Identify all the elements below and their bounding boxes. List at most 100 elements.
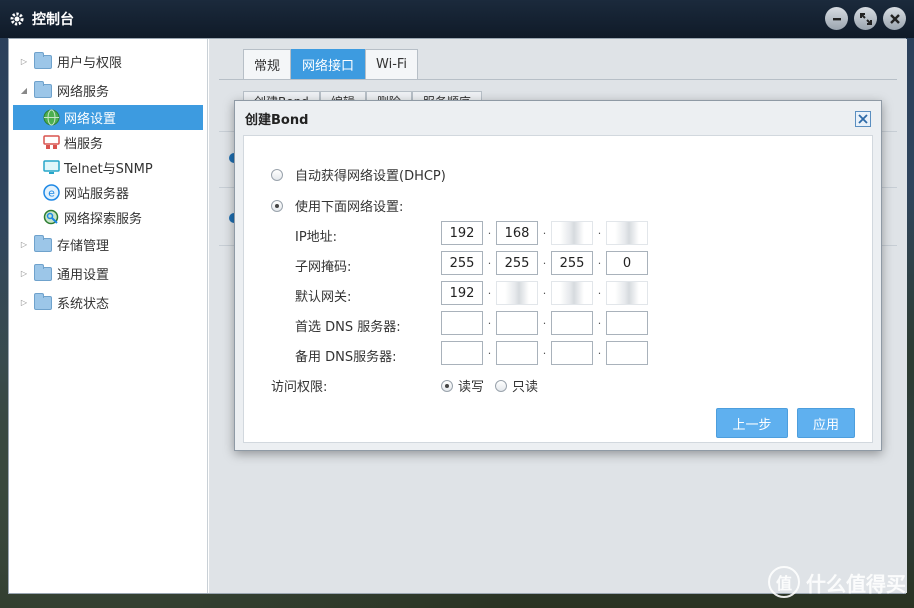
separator-dot: · [597, 316, 602, 330]
dns1-octet-1[interactable] [441, 311, 483, 335]
folder-icon [34, 51, 52, 69]
tab-general[interactable]: 常规 [243, 49, 292, 79]
sidebar-item-system-status[interactable]: ▷ 系统状态 [9, 288, 207, 317]
dhcp-radio[interactable] [271, 168, 283, 181]
tab-divider [219, 79, 897, 80]
dialog-body: 自动获得网络设置(DHCP) 使用下面网络设置: IP地址: 192 · 168 ·… [243, 135, 873, 443]
secondary-dns-label: 备用 DNS服务器: [295, 350, 397, 365]
separator-dot: · [542, 346, 547, 360]
dns2-octet-1[interactable] [441, 341, 483, 365]
ip-label: IP地址: [295, 230, 338, 245]
manual-option[interactable]: 使用下面网络设置: [271, 196, 403, 215]
dns2-octet-4[interactable] [606, 341, 648, 365]
sidebar-item-storage[interactable]: ▷ 存储管理 [9, 230, 207, 259]
sidebar-item-label: Telnet与SNMP [64, 162, 153, 177]
dns1-octet-4[interactable] [606, 311, 648, 335]
sidebar-item-telnet-snmp[interactable]: Telnet与SNMP [9, 155, 207, 180]
apply-button[interactable]: 应用 [797, 408, 855, 438]
access-label: 访问权限: [271, 380, 328, 395]
sidebar-item-web-server[interactable]: e 网站服务器 [9, 180, 207, 205]
sidebar-item-file-service[interactable]: 档服务 [9, 130, 207, 155]
expand-arrow-icon[interactable]: ▷ [18, 298, 30, 307]
gateway-octet-3[interactable] [551, 281, 593, 305]
collapse-arrow-icon[interactable]: ◢ [18, 86, 30, 95]
ip-octet-3[interactable] [551, 221, 593, 245]
minimize-icon [832, 17, 841, 20]
sidebar-item-users[interactable]: ▷ 用户与权限 [9, 47, 207, 76]
dhcp-option[interactable]: 自动获得网络设置(DHCP) [271, 165, 446, 184]
dialog-close-button[interactable] [855, 111, 871, 127]
ip-octet-2[interactable]: 168 [496, 221, 538, 245]
separator-dot: · [597, 346, 602, 360]
expand-arrow-icon[interactable]: ▷ [18, 269, 30, 278]
sidebar-item-network-settings[interactable]: 网络设置 [13, 105, 203, 130]
folder-icon [34, 263, 52, 281]
dns2-octet-3[interactable] [551, 341, 593, 365]
sidebar-item-label: 网络服务 [57, 85, 110, 100]
ip-address-input: 192 · 168 · · [441, 221, 648, 245]
access-read-only-option[interactable]: 只读 [495, 376, 538, 395]
secondary-dns-input: · · · [441, 341, 648, 365]
gateway-input: 192 · · · [441, 281, 648, 305]
dns2-octet-2[interactable] [496, 341, 538, 365]
mask-octet-3[interactable]: 255 [551, 251, 593, 275]
sidebar: ▷ 用户与权限 ◢ 网络服务 网络设置 档服务 Telnet与SNMP e 网站… [9, 39, 208, 593]
sidebar-item-label: 档服务 [64, 137, 104, 152]
close-button[interactable] [883, 7, 906, 30]
gear-icon [8, 10, 26, 28]
gateway-octet-1[interactable]: 192 [441, 281, 483, 305]
access-read-write-option[interactable]: 读写 [441, 376, 484, 395]
separator-dot: · [487, 226, 492, 240]
tab-wifi[interactable]: Wi-Fi [365, 49, 419, 79]
subnet-mask-input: 255 · 255 · 255 · 0 [441, 251, 648, 275]
dialog-header: 创建Bond [235, 101, 881, 135]
monitor-icon [42, 159, 60, 177]
read-only-radio[interactable] [495, 379, 507, 392]
manual-label: 使用下面网络设置: [295, 200, 404, 215]
read-write-label: 读写 [458, 380, 485, 395]
create-bond-dialog: 创建Bond 自动获得网络设置(DHCP) 使用下面网络设置: IP地址: 19… [234, 100, 882, 451]
read-write-radio[interactable] [441, 379, 453, 392]
separator-dot: · [542, 256, 547, 270]
sidebar-item-label: 用户与权限 [57, 56, 123, 71]
ip-octet-1[interactable]: 192 [441, 221, 483, 245]
close-icon [889, 13, 900, 24]
discovery-icon [42, 209, 60, 227]
separator-dot: · [597, 286, 602, 300]
dns1-octet-2[interactable] [496, 311, 538, 335]
sidebar-item-general-settings[interactable]: ▷ 通用设置 [9, 259, 207, 288]
minimize-button[interactable] [825, 7, 848, 30]
maximize-button[interactable] [854, 7, 877, 30]
watermark-text: 什么值得买 [806, 571, 906, 596]
dns1-octet-3[interactable] [551, 311, 593, 335]
gateway-octet-2[interactable] [496, 281, 538, 305]
separator-dot: · [597, 226, 602, 240]
ip-octet-4[interactable] [606, 221, 648, 245]
mask-octet-2[interactable]: 255 [496, 251, 538, 275]
mask-octet-4[interactable]: 0 [606, 251, 648, 275]
mask-octet-1[interactable]: 255 [441, 251, 483, 275]
globe-icon [42, 109, 60, 127]
back-button[interactable]: 上一步 [716, 408, 788, 438]
maximize-icon [859, 12, 872, 25]
folder-icon [34, 80, 52, 98]
file-server-icon [42, 134, 60, 152]
sidebar-item-network-services[interactable]: ◢ 网络服务 [9, 76, 207, 105]
tab-network-interface[interactable]: 网络接口 [291, 49, 366, 79]
separator-dot: · [542, 316, 547, 330]
separator-dot: · [487, 346, 492, 360]
title-bar: 控制台 [0, 0, 914, 38]
gateway-octet-4[interactable] [606, 281, 648, 305]
gateway-label: 默认网关: [295, 290, 352, 305]
folder-icon [34, 292, 52, 310]
primary-dns-input: · · · [441, 311, 648, 335]
separator-dot: · [597, 256, 602, 270]
close-icon [858, 114, 868, 124]
svg-text:e: e [48, 187, 55, 200]
expand-arrow-icon[interactable]: ▷ [18, 240, 30, 249]
expand-arrow-icon[interactable]: ▷ [18, 57, 30, 66]
sidebar-item-label: 存储管理 [57, 239, 110, 254]
separator-dot: · [542, 226, 547, 240]
sidebar-item-network-discovery[interactable]: 网络探索服务 [9, 205, 207, 230]
manual-radio[interactable] [271, 199, 283, 212]
